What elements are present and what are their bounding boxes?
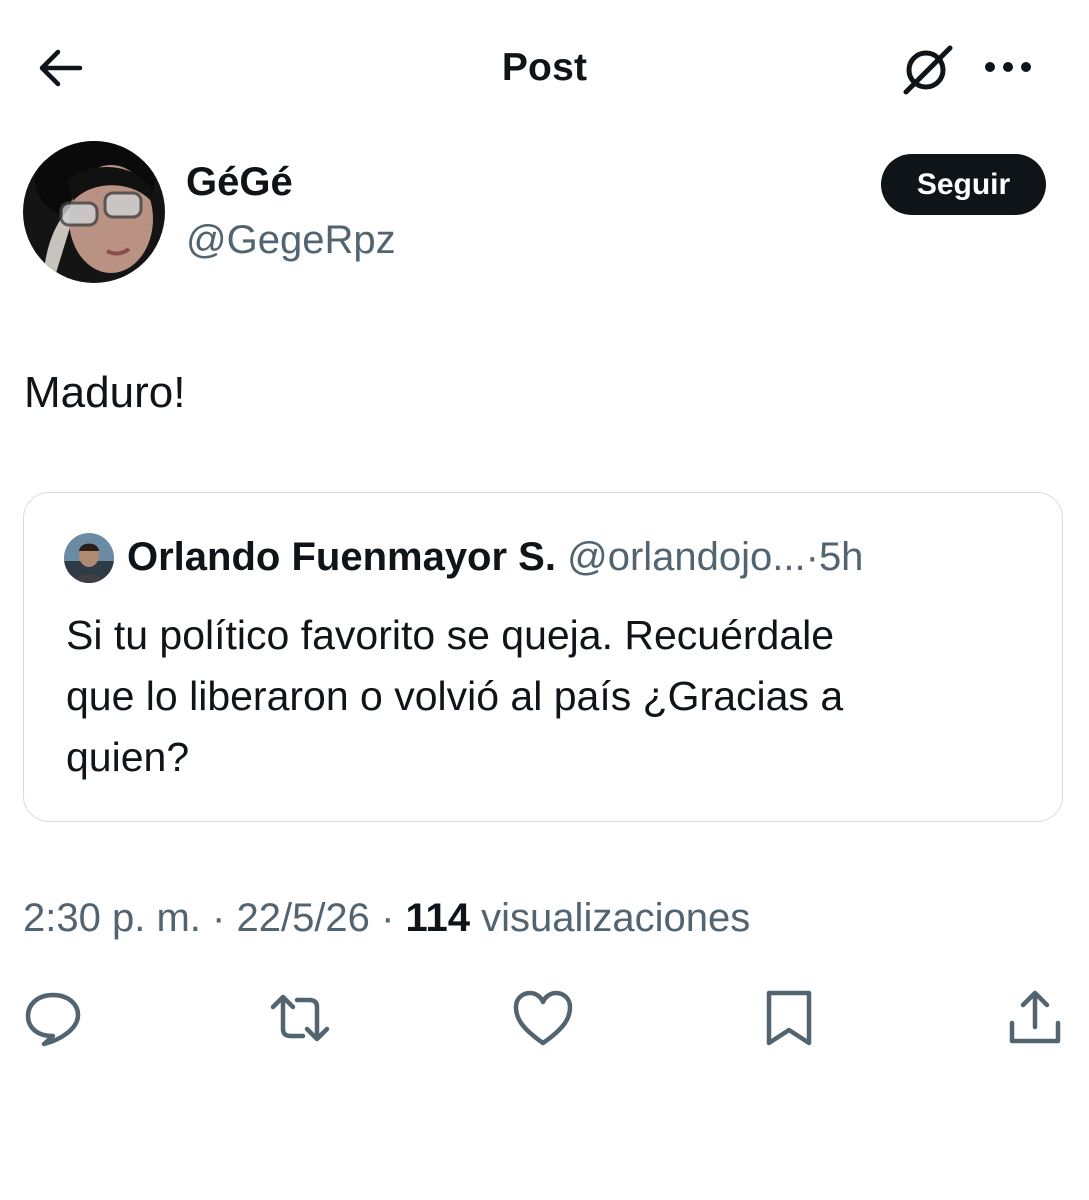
post-date[interactable]: 22/5/26 [236, 896, 369, 940]
post-time[interactable]: 2:30 [23, 896, 101, 940]
share-icon[interactable] [1002, 985, 1068, 1051]
bookmark-icon[interactable] [756, 985, 822, 1051]
author-display-name[interactable]: GéGé [186, 160, 293, 205]
author-avatar[interactable] [23, 141, 165, 283]
quoted-author-name: Orlando Fuenmayor S. [127, 535, 556, 579]
grok-icon[interactable] [898, 40, 956, 98]
top-bar: Post [0, 0, 1089, 135]
quoted-header: Orlando Fuenmayor S. @orlandojo...·5h [127, 535, 863, 580]
quoted-text-line: que lo liberaron o volvió al país ¿Graci… [66, 673, 844, 719]
quoted-separator: · [805, 535, 819, 579]
quoted-author-avatar [64, 533, 114, 583]
follow-button[interactable]: Seguir [881, 154, 1046, 215]
quoted-author-handle: @orlandojo... [567, 535, 806, 579]
quoted-text-line: Si tu político favorito se queja. Recuér… [66, 612, 835, 658]
views-count: 114 [405, 896, 471, 940]
repost-icon[interactable] [267, 985, 333, 1051]
post-time-ampm[interactable]: p. m. [112, 896, 201, 940]
reply-icon[interactable] [20, 985, 86, 1051]
quoted-text: Si tu político favorito se queja. Recuér… [66, 605, 1026, 788]
more-options-icon[interactable] [982, 52, 1034, 82]
quoted-text-line: quien? [66, 734, 190, 780]
like-icon[interactable] [510, 985, 576, 1051]
post-metadata: 2:30 p. m. · 22/5/26 · 114 visualizacion… [23, 896, 750, 941]
meta-separator: · [212, 896, 226, 940]
meta-separator: · [381, 896, 395, 940]
post-text: Maduro! [24, 368, 186, 417]
quoted-post[interactable]: Orlando Fuenmayor S. @orlandojo...·5h Si… [23, 492, 1063, 822]
views-label: visualizaciones [481, 896, 751, 940]
author-handle[interactable]: @GegeRpz [186, 218, 396, 263]
quoted-time: 5h [818, 535, 864, 579]
action-bar [0, 985, 1089, 1055]
